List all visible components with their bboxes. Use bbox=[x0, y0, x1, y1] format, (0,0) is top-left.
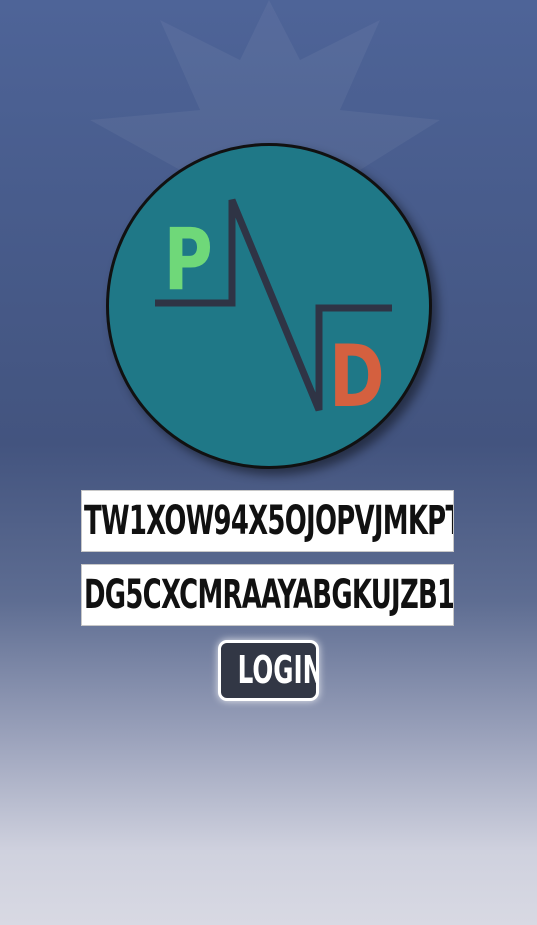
password-field[interactable]: DG5CXCMRAAYABGKUJZB1V bbox=[81, 564, 454, 626]
username-value: TW1XOW94X5OJOPVJMKPT bbox=[84, 498, 454, 544]
app-logo: P D bbox=[106, 143, 432, 469]
logo-letter-d: D bbox=[329, 327, 385, 427]
password-value: DG5CXCMRAAYABGKUJZB1V bbox=[84, 572, 454, 618]
login-button-label: LOGIN bbox=[237, 648, 319, 692]
login-button[interactable]: LOGIN bbox=[218, 640, 319, 701]
logo-letter-p: P bbox=[164, 210, 213, 310]
username-field[interactable]: TW1XOW94X5OJOPVJMKPT bbox=[81, 490, 454, 552]
